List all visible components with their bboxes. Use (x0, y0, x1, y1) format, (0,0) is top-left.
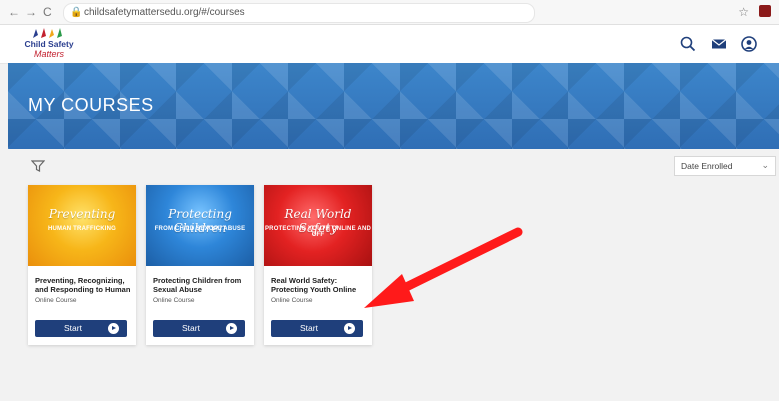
course-type: Online Course (153, 297, 195, 304)
chevron-down-icon: ⌄ (761, 160, 769, 170)
start-button-label: Start (300, 323, 318, 333)
course-title: Preventing, Recognizing, and Responding … (35, 276, 131, 294)
user-account-icon[interactable] (740, 35, 758, 53)
mail-icon[interactable] (710, 35, 728, 53)
back-arrow-icon[interactable]: ← (8, 5, 20, 19)
browser-toolbar: ← → C 🔒 childsafetymattersedu.org/#/cour… (0, 0, 779, 25)
play-icon (108, 323, 119, 334)
bookmark-star-icon[interactable]: ☆ (738, 5, 749, 19)
reload-icon[interactable]: C (43, 5, 52, 19)
page-title: MY COURSES (28, 95, 154, 115)
start-course-button[interactable]: Start (271, 320, 363, 337)
course-title: Protecting Children from Sexual Abuse (153, 276, 242, 294)
course-thumbnail[interactable]: Preventing HUMAN TRAFFICKING (28, 185, 136, 266)
course-type: Online Course (35, 297, 77, 304)
start-button-label: Start (182, 323, 200, 333)
sort-selected-value: Date Enrolled (681, 161, 733, 171)
hands-logo-icon (33, 28, 62, 38)
site-logo[interactable]: Child Safety Matters (14, 27, 84, 61)
thumbnail-caption: PROTECTING YOUTH ONLINE AND OFF (264, 226, 372, 238)
thumbnail-caption: FROM CHILD SEXUAL ABUSE (154, 226, 246, 232)
lock-icon: 🔒 (70, 7, 83, 18)
filter-icon[interactable] (30, 159, 46, 173)
play-icon (226, 323, 237, 334)
course-card[interactable]: Protecting Children FROM CHILD SEXUAL AB… (146, 185, 254, 345)
logo-line-2: Matters (33, 49, 64, 59)
thumbnail-script-text: Preventing (48, 207, 116, 221)
start-button-label: Start (64, 323, 82, 333)
course-type: Online Course (271, 297, 313, 304)
thumbnail-caption: HUMAN TRAFFICKING (47, 226, 117, 232)
course-title: Real World Safety: Protecting Youth Onli… (271, 276, 357, 294)
course-thumbnail[interactable]: Real World Safety PROTECTING YOUTH ONLIN… (264, 185, 372, 266)
forward-arrow-icon[interactable]: → (25, 5, 37, 19)
play-icon (344, 323, 355, 334)
course-thumbnail[interactable]: Protecting Children FROM CHILD SEXUAL AB… (146, 185, 254, 266)
search-icon[interactable] (679, 35, 697, 53)
address-bar[interactable]: 🔒 childsafetymattersedu.org/#/courses (63, 3, 535, 23)
address-text[interactable]: childsafetymattersedu.org/#/courses (84, 7, 245, 18)
course-card[interactable]: Preventing HUMAN TRAFFICKING Preventing,… (28, 185, 136, 345)
sort-select[interactable]: Date Enrolled ⌄ (674, 156, 776, 176)
start-course-button[interactable]: Start (153, 320, 245, 337)
site-header: Child Safety Matters (0, 25, 779, 64)
course-card[interactable]: Real World Safety PROTECTING YOUTH ONLIN… (264, 185, 372, 345)
courses-banner: MY COURSES (8, 63, 779, 149)
start-course-button[interactable]: Start (35, 320, 127, 337)
extension-icon[interactable] (759, 5, 771, 17)
logo-line-1: Child Safety (24, 39, 74, 49)
